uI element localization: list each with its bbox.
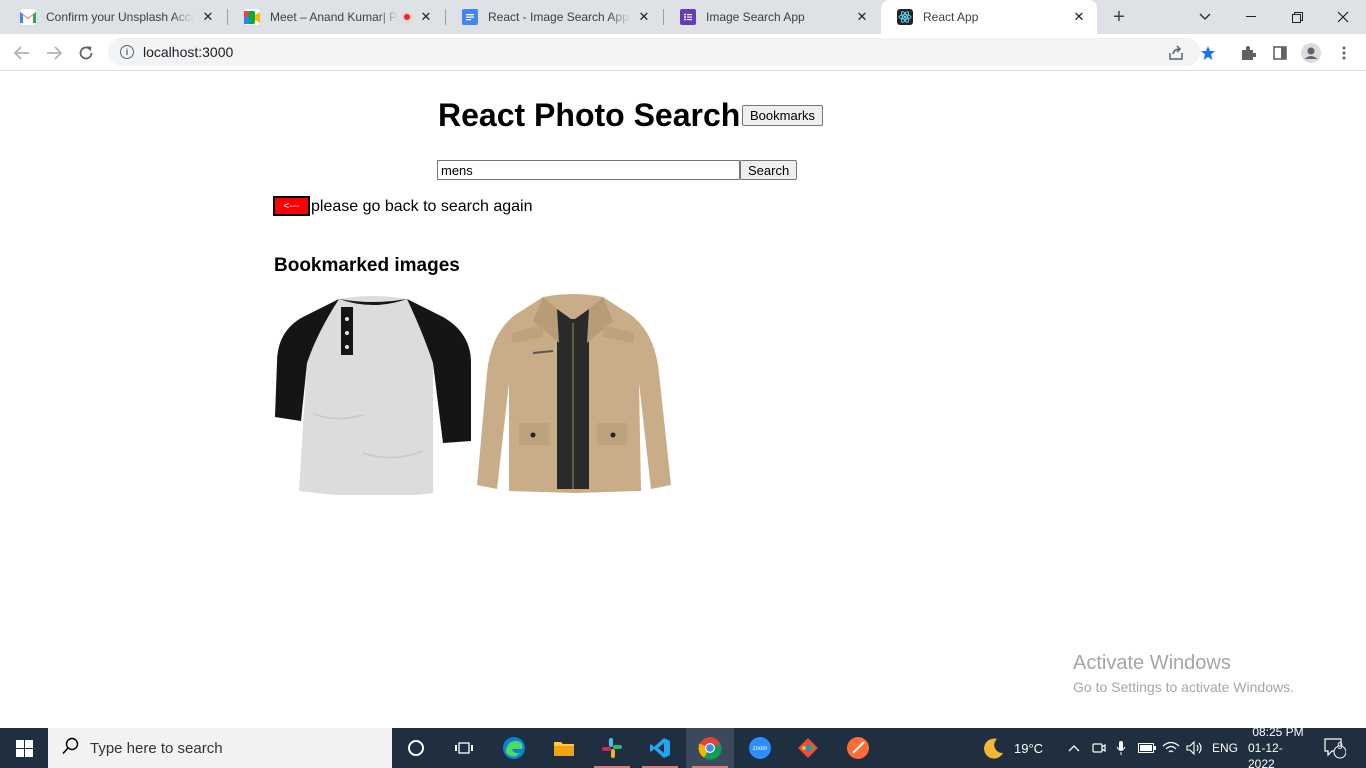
clock-time: 08:25 PM [1252, 725, 1304, 739]
gmail-icon [20, 9, 36, 25]
tab-meet[interactable]: Meet – Anand Kumar| Pla ✕ [228, 0, 444, 34]
extensions-icon[interactable] [1237, 42, 1259, 64]
wifi-icon[interactable] [1162, 728, 1180, 768]
bookmarked-image-shirt[interactable] [273, 293, 473, 497]
tab-title: Meet – Anand Kumar| Pla [270, 10, 398, 24]
task-view-icon[interactable] [440, 728, 488, 768]
tab-gmail[interactable]: Confirm your Unsplash Account ✕ [4, 0, 226, 34]
microphone-icon[interactable] [1116, 728, 1126, 768]
tab-title: React App [923, 10, 979, 24]
windows-taskbar: Type here to search zoom 19°C ENG 08:25 … [0, 725, 1366, 768]
weather-widget[interactable]: 19°C [982, 728, 1043, 768]
search-icon [62, 737, 80, 760]
tab-search-chevron-icon[interactable] [1182, 0, 1228, 34]
close-icon[interactable]: ✕ [1071, 9, 1087, 25]
bookmarked-image-jacket[interactable] [473, 293, 673, 495]
vscode-icon[interactable] [636, 728, 684, 768]
file-explorer-icon[interactable] [540, 728, 588, 768]
minimize-button[interactable] [1228, 0, 1274, 34]
recording-icon [402, 12, 412, 22]
edge-icon[interactable] [490, 728, 538, 768]
restore-button[interactable] [1274, 0, 1320, 34]
back-arrow-icon[interactable] [9, 40, 35, 66]
bookmark-star-icon[interactable] [1197, 42, 1219, 64]
close-icon[interactable]: ✕ [418, 9, 434, 25]
watermark-subtitle: Go to Settings to activate Windows. [1073, 679, 1294, 695]
close-icon[interactable]: ✕ [636, 9, 652, 25]
tab-strip: Confirm your Unsplash Account ✕ Meet – A… [0, 0, 1366, 34]
slack-icon[interactable] [588, 728, 636, 768]
activate-windows-watermark: Activate Windows Go to Settings to activ… [1073, 652, 1294, 695]
zoom-icon[interactable]: zoom [736, 728, 784, 768]
close-icon[interactable]: ✕ [200, 9, 216, 25]
cortana-icon[interactable] [392, 728, 440, 768]
tab-react-app[interactable]: React App ✕ [881, 0, 1097, 34]
react-icon [897, 9, 913, 25]
bookmarks-button[interactable]: Bookmarks [742, 105, 824, 126]
postman-icon[interactable] [834, 728, 882, 768]
profile-avatar-icon[interactable] [1300, 42, 1322, 64]
language-indicator[interactable]: ENG [1212, 728, 1238, 768]
back-instruction-text: please go back to search again [311, 198, 533, 215]
tab-title: React - Image Search App - G [488, 10, 630, 24]
tab-title: Image Search App [706, 10, 805, 24]
go-back-button[interactable]: <--- [273, 196, 310, 216]
windows-start-icon[interactable] [0, 728, 48, 768]
meet-now-icon[interactable] [1092, 728, 1106, 768]
close-window-button[interactable] [1320, 0, 1366, 34]
watermark-title: Activate Windows [1073, 652, 1231, 674]
forward-arrow-icon[interactable] [41, 40, 67, 66]
notifications-icon[interactable]: 9 [1324, 728, 1346, 768]
tab-title: Confirm your Unsplash Account [46, 10, 194, 24]
site-info-icon[interactable]: i [120, 45, 134, 59]
side-panel-icon[interactable] [1269, 42, 1291, 64]
reload-icon[interactable] [73, 40, 99, 66]
taskbar-search-box[interactable]: Type here to search [48, 728, 392, 768]
menu-kebab-icon[interactable] [1333, 42, 1355, 64]
taskbar-search-placeholder: Type here to search [90, 739, 223, 757]
battery-icon[interactable] [1138, 728, 1156, 768]
url-text: localhost:3000 [143, 44, 234, 60]
page-content: React Photo Search Bookmarks Search <---… [0, 71, 1366, 728]
git-icon[interactable] [784, 728, 832, 768]
forms-icon [680, 9, 696, 25]
close-icon[interactable]: ✕ [854, 9, 870, 25]
weather-temp: 19°C [1014, 740, 1044, 756]
show-hidden-icons-chevron-icon[interactable] [1068, 728, 1080, 768]
tab-forms[interactable]: Image Search App ✕ [664, 0, 880, 34]
search-button[interactable]: Search [740, 160, 798, 180]
svg-text:zoom: zoom [753, 746, 768, 752]
clock-date: 01-12-2022 [1248, 741, 1283, 768]
meet-icon [244, 9, 260, 25]
address-bar[interactable]: i localhost:3000 [108, 38, 1200, 66]
new-tab-button[interactable]: + [1108, 6, 1130, 28]
chrome-icon[interactable] [686, 728, 734, 768]
bookmarked-heading: Bookmarked images [274, 255, 460, 276]
volume-icon[interactable] [1186, 728, 1204, 768]
share-icon[interactable] [1165, 42, 1187, 64]
tab-docs[interactable]: React - Image Search App - G ✕ [446, 0, 662, 34]
browser-toolbar: i localhost:3000 [0, 34, 1366, 71]
notification-count: 9 [1337, 741, 1343, 752]
docs-icon [462, 9, 478, 25]
clock[interactable]: 08:25 PM 01-12-2022 [1248, 725, 1308, 768]
search-input[interactable] [437, 160, 740, 180]
page-title: React Photo Search [438, 97, 741, 133]
moon-icon [984, 738, 1003, 759]
